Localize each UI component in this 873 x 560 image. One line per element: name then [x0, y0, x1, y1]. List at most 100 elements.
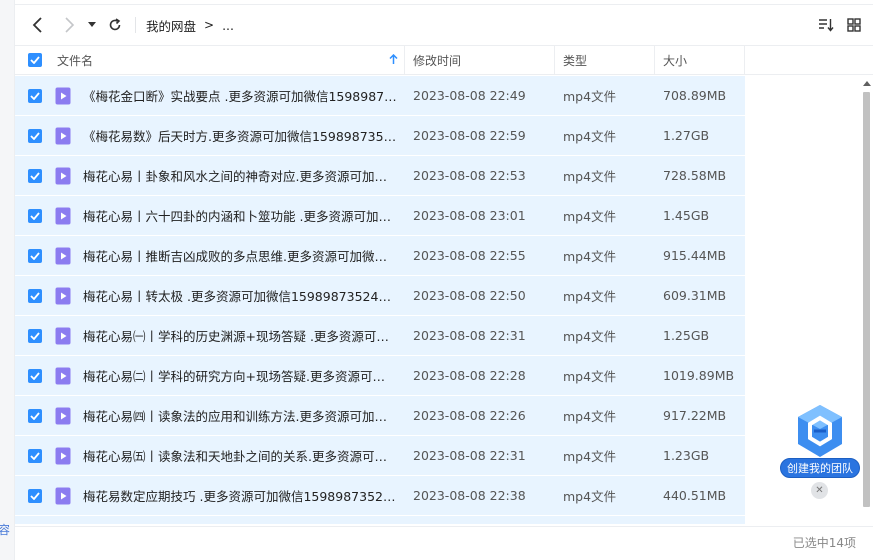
file-type: mp4文件 [563, 209, 617, 224]
row-checkbox[interactable] [28, 128, 42, 143]
file-type: mp4文件 [563, 89, 617, 104]
row-checkbox[interactable] [28, 328, 42, 343]
selection-count: 已选中14项 [792, 536, 856, 550]
file-name[interactable]: 梅花心易丨转太极 .更多资源可加微信159898735245666... [83, 286, 405, 305]
column-header-time[interactable]: 修改时间 [405, 46, 555, 74]
checkbox-icon [30, 451, 40, 460]
file-name[interactable]: 《梅花易数》后天时方.更多资源可加微信159898735245... [83, 126, 405, 145]
file-modified-time: 2023-08-08 22:49 [413, 88, 526, 103]
file-row[interactable]: 梅花心易丨六十四卦的内涵和卜筮功能 .更多资源可加微... 2023-08-08… [15, 196, 745, 236]
sort-button[interactable] [815, 14, 837, 36]
create-team-button[interactable]: 创建我的团队 [780, 458, 860, 478]
video-file-icon [55, 327, 71, 344]
breadcrumb-more[interactable]: ... [222, 18, 234, 33]
row-checkbox[interactable] [28, 208, 42, 223]
row-checkbox[interactable] [28, 488, 42, 503]
checkbox-icon [30, 131, 40, 140]
row-checkbox[interactable] [28, 448, 42, 463]
column-header-size[interactable]: 大小 [655, 46, 745, 74]
file-icon-cell [55, 447, 83, 465]
column-header-type[interactable]: 类型 [555, 46, 655, 74]
back-arrow-icon [32, 17, 42, 33]
file-icon-cell [55, 367, 83, 385]
file-name[interactable]: 《梅花金口断》实战要点 .更多资源可加微信159898735... [83, 86, 405, 105]
file-type: mp4文件 [563, 409, 617, 424]
file-type: mp4文件 [563, 329, 617, 344]
checkbox-icon [30, 171, 40, 180]
grid-view-button[interactable] [843, 14, 865, 36]
file-row[interactable]: 梅花心易丨转太极 .更多资源可加微信159898735245666... 202… [15, 276, 745, 316]
file-row[interactable]: 梅花心易㈡丨学科的研究方向+现场答疑.更多资源可加微... 2023-08-08… [15, 356, 745, 396]
file-name[interactable]: 梅花心易丨六十四卦的内涵和卜筮功能 .更多资源可加微... [83, 206, 405, 225]
forward-button[interactable] [55, 11, 83, 39]
status-bar: 已选中14项 [15, 526, 873, 560]
file-icon-cell [55, 327, 83, 345]
file-row[interactable]: 梅花易数定应期技巧 .更多资源可加微信1598987352421... 2023… [15, 476, 745, 516]
history-dropdown-button[interactable] [85, 11, 99, 39]
file-row[interactable]: 梅花心易丨卦象和风水之间的神奇对应.更多资源可加微信... 2023-08-08… [15, 156, 745, 196]
file-size: 1019.89MB [663, 368, 735, 383]
file-size: 917.22MB [663, 408, 727, 423]
file-modified-time: 2023-08-08 22:31 [413, 448, 526, 463]
table-header: 文件名 修改时间 类型 大小 [15, 45, 873, 75]
file-modified-time: 2023-08-08 22:31 [413, 328, 526, 343]
team-logo-icon[interactable] [792, 402, 848, 460]
file-type: mp4文件 [563, 129, 617, 144]
file-name[interactable]: 梅花心易㈤丨读象法和天地卦之间的关系.更多资源可加微... [83, 446, 405, 465]
file-row-partial[interactable] [15, 516, 745, 524]
file-row[interactable]: 《梅花金口断》实战要点 .更多资源可加微信159898735... 2023-0… [15, 76, 745, 116]
file-size: 609.31MB [663, 288, 727, 303]
row-check-cell [15, 368, 55, 383]
file-row[interactable]: 梅花心易㈠丨学科的历史渊源+现场答疑 .更多资源可加微... 2023-08-0… [15, 316, 745, 356]
forward-arrow-icon [65, 17, 75, 33]
column-header-name[interactable]: 文件名 [55, 46, 405, 74]
file-row[interactable]: 《梅花易数》后天时方.更多资源可加微信159898735245... 2023-… [15, 116, 745, 156]
file-name[interactable]: 梅花易数定应期技巧 .更多资源可加微信1598987352421... [83, 486, 405, 505]
sidebar-partial-text[interactable]: 容 [0, 521, 10, 538]
video-file-icon [55, 407, 71, 424]
file-modified-time: 2023-08-08 22:26 [413, 408, 526, 423]
file-name[interactable]: 梅花心易㈠丨学科的历史渊源+现场答疑 .更多资源可加微... [83, 326, 405, 345]
breadcrumb-root[interactable]: 我的网盘 [146, 16, 196, 35]
video-file-icon [55, 127, 71, 144]
file-row[interactable]: 梅花心易㈣丨读象法的应用和训练方法.更多资源可加微信... 2023-08-08… [15, 396, 745, 436]
file-name[interactable]: 梅花心易㈡丨学科的研究方向+现场答疑.更多资源可加微... [83, 366, 405, 385]
sort-list-icon [819, 19, 834, 32]
file-size: 728.58MB [663, 168, 727, 183]
scrollbar-thumb[interactable] [863, 92, 870, 507]
close-widget-button[interactable]: ✕ [811, 482, 828, 499]
file-modified-time: 2023-08-08 23:01 [413, 208, 526, 223]
row-checkbox[interactable] [28, 168, 42, 183]
checkbox-icon [30, 291, 40, 300]
file-icon-cell [55, 487, 83, 505]
file-row[interactable]: 梅花心易㈤丨读象法和天地卦之间的关系.更多资源可加微... 2023-08-08… [15, 436, 745, 476]
checkbox-icon [30, 56, 40, 64]
refresh-button[interactable] [101, 11, 129, 39]
checkbox-icon [30, 91, 40, 100]
sort-ascending-icon [389, 54, 398, 64]
select-all-checkbox[interactable] [28, 53, 42, 67]
view-controls [815, 5, 873, 45]
scroll-up-arrow-icon[interactable] [863, 80, 871, 86]
row-check-cell [15, 328, 55, 343]
video-file-icon [55, 167, 71, 184]
video-file-icon [55, 487, 71, 504]
file-icon-cell [55, 407, 83, 425]
row-checkbox[interactable] [28, 408, 42, 423]
file-name[interactable]: 梅花心易丨卦象和风水之间的神奇对应.更多资源可加微信... [83, 166, 405, 185]
file-name[interactable]: 梅花心易㈣丨读象法的应用和训练方法.更多资源可加微信... [83, 406, 405, 425]
row-checkbox[interactable] [28, 88, 42, 103]
file-list: 《梅花金口断》实战要点 .更多资源可加微信159898735... 2023-0… [15, 76, 745, 524]
vertical-scrollbar[interactable] [861, 76, 873, 526]
row-checkbox[interactable] [28, 248, 42, 263]
file-size: 1.27GB [663, 128, 710, 143]
file-row[interactable]: 梅花心易丨推断吉凶成败的多点思维.更多资源可加微信1... 2023-08-08… [15, 236, 745, 276]
file-name[interactable]: 梅花心易丨推断吉凶成败的多点思维.更多资源可加微信1... [83, 246, 405, 265]
back-button[interactable] [24, 11, 52, 39]
row-check-cell [15, 248, 55, 263]
row-checkbox[interactable] [28, 288, 42, 303]
row-check-cell [15, 88, 55, 103]
column-header-name-label: 文件名 [57, 53, 94, 68]
row-checkbox[interactable] [28, 368, 42, 383]
video-file-icon [55, 87, 71, 104]
